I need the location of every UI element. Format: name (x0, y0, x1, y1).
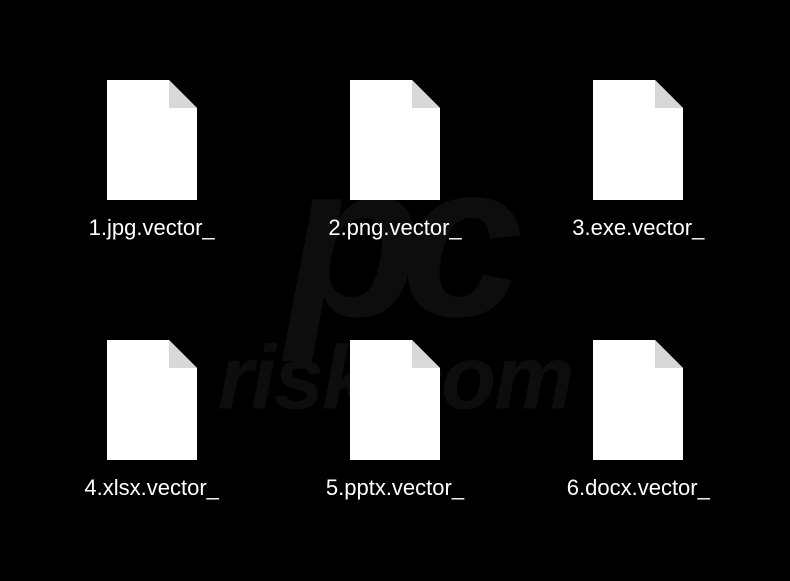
file-label: 1.jpg.vector_ (89, 215, 215, 241)
file-label: 2.png.vector_ (328, 215, 461, 241)
file-item[interactable]: 4.xlsx.vector_ (40, 301, 263, 542)
file-item[interactable]: 5.pptx.vector_ (283, 301, 506, 542)
file-item[interactable]: 6.docx.vector_ (527, 301, 750, 542)
file-icon (350, 340, 440, 460)
file-label: 6.docx.vector_ (567, 475, 710, 501)
file-icon (107, 80, 197, 200)
file-icon (350, 80, 440, 200)
file-label: 4.xlsx.vector_ (84, 475, 219, 501)
file-icon (593, 80, 683, 200)
file-item[interactable]: 3.exe.vector_ (527, 40, 750, 281)
file-label: 3.exe.vector_ (572, 215, 704, 241)
desktop-area: 1.jpg.vector_ 2.png.vector_ 3.exe.vector… (0, 0, 790, 581)
file-item[interactable]: 2.png.vector_ (283, 40, 506, 281)
file-icon (593, 340, 683, 460)
file-icon (107, 340, 197, 460)
file-label: 5.pptx.vector_ (326, 475, 464, 501)
file-item[interactable]: 1.jpg.vector_ (40, 40, 263, 281)
